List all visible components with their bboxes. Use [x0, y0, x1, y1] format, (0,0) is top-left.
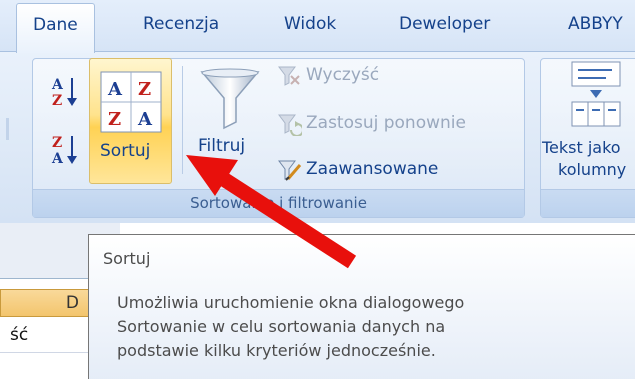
svg-text:A: A: [107, 79, 123, 100]
previous-group-edge: [6, 118, 9, 140]
filter-button[interactable]: Filtruj: [192, 60, 266, 180]
reapply-filter-icon: [278, 114, 302, 136]
tooltip-line: podstawie kilku kryteriów jednocześnie.: [117, 341, 436, 360]
filter-button-label: Filtruj: [198, 136, 246, 156]
text-to-columns-button[interactable]: Tekst jako kolumny: [542, 60, 635, 180]
sort-descending-icon[interactable]: Z A: [50, 132, 82, 168]
svg-text:A: A: [51, 77, 64, 93]
svg-text:Z: Z: [108, 109, 121, 130]
column-header-d[interactable]: D: [0, 289, 90, 317]
separator: [182, 66, 183, 174]
advanced-filter-icon: [278, 160, 302, 181]
tab-recenzja[interactable]: Recenzja: [143, 14, 219, 34]
tooltip-line: Sortowanie w celu sortowania danych na: [117, 317, 446, 336]
reapply-filter-label: Zastosuj ponownie: [306, 113, 466, 133]
funnel-icon: [200, 68, 260, 130]
tab-widok[interactable]: Widok: [284, 14, 336, 34]
text-to-columns-label-line2: kolumny: [558, 160, 627, 179]
tooltip-title: Sortuj: [103, 249, 151, 268]
svg-text:A: A: [137, 109, 153, 130]
tooltip-body: Umożliwia uruchomienie okna dialogowego …: [117, 291, 617, 363]
text-to-columns-label-line1: Tekst jako: [542, 138, 621, 157]
sort-button-label: Sortuj: [100, 141, 151, 161]
sort-dialog-icon: A Z Z A: [100, 71, 162, 133]
worksheet-cell[interactable]: ść: [0, 317, 90, 353]
sort-ascending-icon[interactable]: A Z: [50, 74, 82, 110]
tab-dane[interactable]: Dane: [16, 3, 95, 53]
sort-tooltip: Sortuj Umożliwia uruchomienie okna dialo…: [88, 234, 635, 379]
tab-deweloper[interactable]: Deweloper: [399, 14, 490, 34]
group-caption-data-tools: [541, 189, 635, 217]
group-caption: Sortowanie i filtrowanie: [33, 189, 524, 217]
svg-text:A: A: [51, 151, 64, 167]
svg-text:Z: Z: [52, 93, 62, 109]
clear-filter-icon: [278, 66, 300, 86]
tab-abbyy[interactable]: ABBYY: [568, 14, 623, 34]
text-to-columns-icon: [571, 61, 621, 127]
advanced-filter-label: Zaawansowane: [306, 159, 439, 179]
tooltip-line: Umożliwia uruchomienie okna dialogowego: [117, 293, 465, 312]
svg-text:Z: Z: [138, 79, 151, 100]
worksheet-cell-empty[interactable]: [0, 353, 90, 379]
clear-filter-label: Wyczyść: [306, 65, 380, 85]
sort-button[interactable]: A Z Z A Sortuj: [89, 58, 172, 184]
ribbon-tab-strip: Dane Recenzja Widok Deweloper ABBYY: [0, 0, 635, 53]
svg-text:Z: Z: [52, 135, 62, 151]
